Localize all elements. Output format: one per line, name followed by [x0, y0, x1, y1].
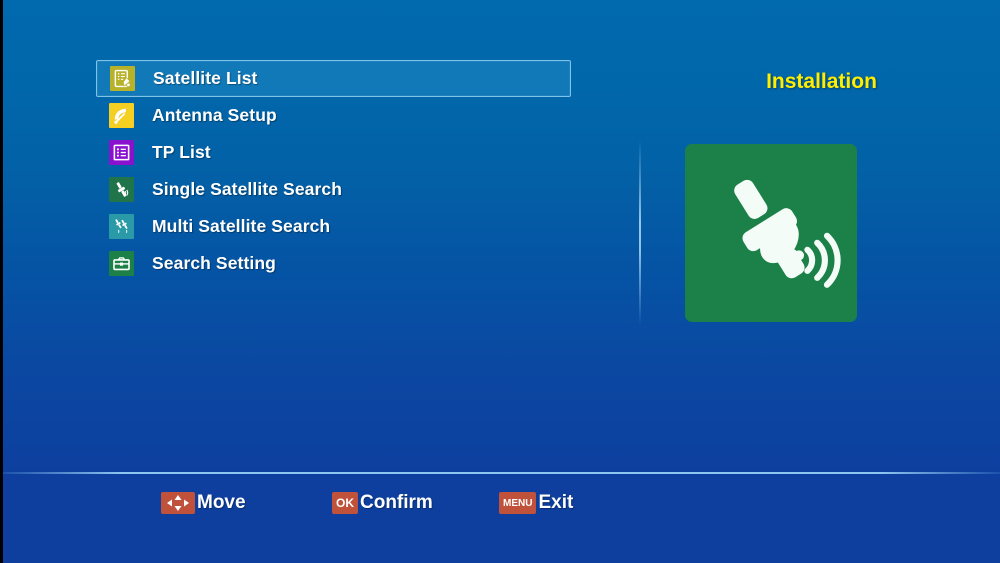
tv-settop-box-screen: Satellite List Antenna Setup TP List Sin… [0, 0, 1000, 563]
tp-list-icon [109, 140, 134, 165]
menu-item-single-satellite-search[interactable]: Single Satellite Search [96, 171, 571, 208]
search-setting-toolbox-icon [109, 251, 134, 276]
menu-item-label: Satellite List [153, 68, 258, 88]
menu-item-multi-satellite-search[interactable]: Multi Satellite Search [96, 208, 571, 245]
dpad-arrows-icon [161, 492, 195, 514]
menu-item-antenna-setup[interactable]: Antenna Setup [96, 97, 571, 134]
page-title: Installation [766, 70, 877, 93]
menu-item-label: Multi Satellite Search [152, 216, 331, 236]
menu-item-tp-list[interactable]: TP List [96, 134, 571, 171]
ok-key-icon: OK [332, 492, 358, 514]
multi-satellite-search-icon [109, 214, 134, 239]
menu-item-label: Single Satellite Search [152, 179, 343, 199]
menu-item-label: Antenna Setup [152, 105, 277, 125]
satellite-dish-signal-icon [734, 179, 841, 288]
installation-menu-list[interactable]: Satellite List Antenna Setup TP List Sin… [96, 60, 571, 282]
installation-preview-icon [685, 144, 857, 322]
main-menu-icon-strip[interactable] [3, 386, 1000, 468]
vertical-divider [639, 140, 641, 325]
menu-item-label: TP List [152, 142, 211, 162]
hint-label: Move [197, 492, 246, 513]
bottom-hint-bar [3, 474, 1000, 563]
satellite-list-icon [110, 66, 135, 91]
menu-item-label: Search Setting [152, 253, 276, 273]
antenna-dish-icon [109, 103, 134, 128]
menu-item-search-setting[interactable]: Search Setting [96, 245, 571, 282]
menu-key-icon: MENU [499, 492, 537, 514]
hint-label: Exit [538, 492, 574, 513]
menu-item-satellite-list[interactable]: Satellite List [96, 60, 571, 97]
hint-move[interactable]: Move [161, 490, 246, 516]
hint-label: Confirm [360, 492, 433, 513]
hint-confirm[interactable]: OK Confirm [332, 490, 433, 516]
single-satellite-search-icon [109, 177, 134, 202]
hint-exit[interactable]: MENU Exit [499, 490, 573, 516]
